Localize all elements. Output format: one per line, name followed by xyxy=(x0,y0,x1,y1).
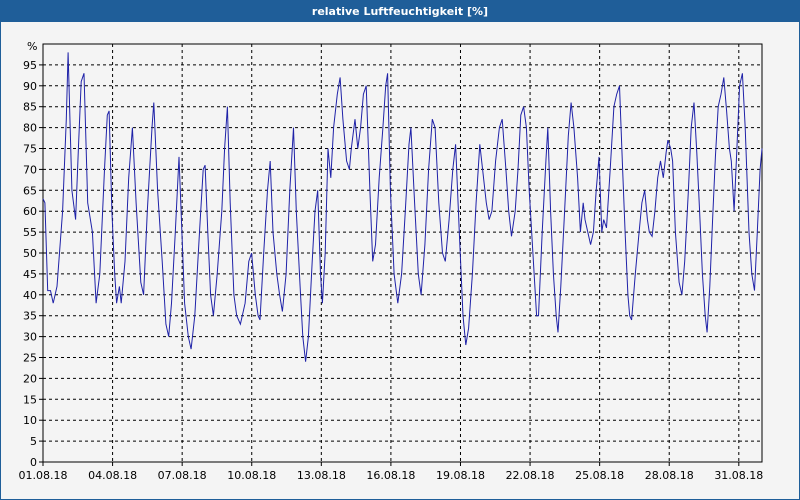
x-tick-label: 04.08.18 xyxy=(88,469,137,482)
x-tick-label: 01.08.18 xyxy=(19,469,68,482)
y-tick-label: 50 xyxy=(23,247,37,260)
y-tick-label: 85 xyxy=(23,101,37,114)
y-tick-label: 75 xyxy=(23,143,37,156)
x-tick-label: 16.08.18 xyxy=(366,469,415,482)
y-tick-label: 90 xyxy=(23,80,37,93)
y-tick-label: 40 xyxy=(23,289,37,302)
y-tick-label: 95 xyxy=(23,59,37,72)
y-axis-ticks: 0 5 10 15 20 25 30 35 40 45 50 55 60 65 70 75 80 85 90 95 xyxy=(23,59,43,469)
y-tick-label: 25 xyxy=(23,352,37,365)
y-tick-label: 65 xyxy=(23,184,37,197)
y-tick-label: 80 xyxy=(23,122,37,135)
y-tick-label: 60 xyxy=(23,205,37,218)
x-tick-label: 31.08.18 xyxy=(714,469,763,482)
y-tick-label: 35 xyxy=(23,310,37,323)
humidity-chart: 0 5 10 15 20 25 30 35 40 45 50 55 60 65 70 75 80 85 90 95 0… xyxy=(19,40,764,482)
y-tick-label: 45 xyxy=(23,268,37,281)
y-tick-label: 70 xyxy=(23,163,37,176)
x-axis-ticks: 01.08.18 04.08.18 07.08.18 10.08.18 13.08.18… xyxy=(19,462,763,482)
x-tick-label: 28.08.18 xyxy=(645,469,694,482)
y-tick-label: 55 xyxy=(23,226,37,239)
x-tick-label: 22.08.18 xyxy=(506,469,555,482)
x-tick-label: 10.08.18 xyxy=(227,469,276,482)
y-axis-unit-label: % xyxy=(27,40,37,53)
x-tick-label: 07.08.18 xyxy=(158,469,207,482)
y-tick-label: 5 xyxy=(30,435,37,448)
x-tick-label: 13.08.18 xyxy=(297,469,346,482)
y-tick-label: 30 xyxy=(23,331,37,344)
y-tick-label: 20 xyxy=(23,372,37,385)
chart-window: relative Luftfeuchtigkeit [%] 0 5 10 15 20 25… xyxy=(0,0,800,500)
humidity-series-line xyxy=(42,52,763,362)
x-tick-label: 25.08.18 xyxy=(575,469,624,482)
y-tick-label: 15 xyxy=(23,393,37,406)
y-tick-label: 10 xyxy=(23,414,37,427)
x-tick-label: 19.08.18 xyxy=(436,469,485,482)
y-tick-label: 0 xyxy=(30,456,37,469)
window-title: relative Luftfeuchtigkeit [%] xyxy=(1,1,799,22)
